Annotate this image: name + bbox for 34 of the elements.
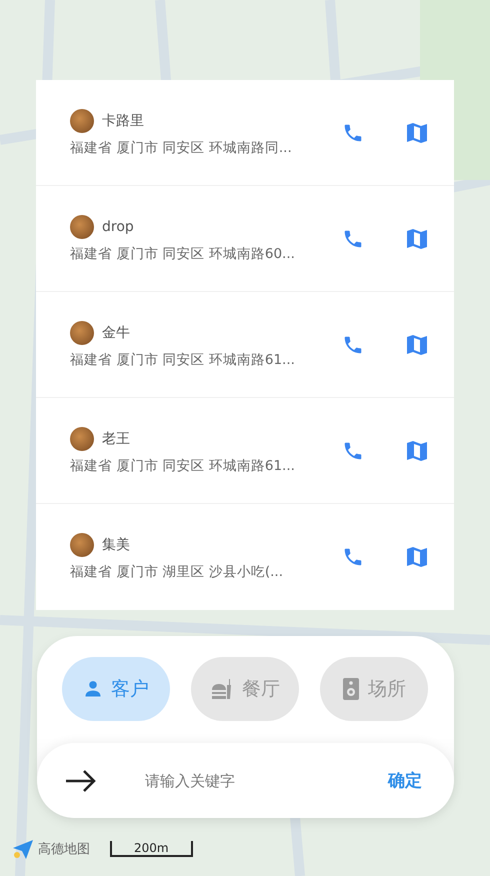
map-icon	[405, 438, 429, 462]
scale-bar: 200m	[110, 841, 193, 857]
avatar	[70, 533, 94, 557]
contact-address: 福建省 厦门市 同安区 环城南路61...	[70, 350, 296, 368]
arrow-icon	[65, 768, 97, 792]
paper-plane-icon	[12, 838, 34, 860]
logo-text: 高德地图	[38, 841, 90, 858]
burger-icon	[210, 677, 234, 701]
contact-address: 福建省 厦门市 湖里区 沙县小吃(...	[70, 563, 284, 581]
contact-address: 福建省 厦门市 同安区 环城南路同...	[70, 138, 293, 156]
map-button[interactable]	[404, 544, 430, 570]
category-tab[interactable]: 客户	[62, 657, 170, 721]
avatar	[70, 214, 94, 238]
contact-name: drop	[102, 218, 134, 234]
contact-name: 集美	[102, 536, 130, 554]
avatar	[70, 320, 94, 344]
avatar	[70, 108, 94, 132]
map-icon	[405, 226, 429, 250]
speaker-icon	[342, 677, 360, 701]
keyword-input[interactable]: 请输入关键字	[143, 770, 388, 790]
category-tab[interactable]: 场所	[320, 657, 428, 721]
map-icon	[405, 332, 429, 356]
contact-name: 老王	[102, 430, 130, 448]
category-tab[interactable]: 餐厅	[191, 657, 299, 721]
contact-address: 福建省 厦门市 同安区 环城南路60...	[70, 244, 296, 262]
contact-name: 金牛	[102, 324, 130, 342]
avatar	[70, 426, 94, 450]
confirm-button[interactable]: 确定	[388, 769, 422, 792]
contact-address: 福建省 厦门市 同安区 环城南路61...	[70, 456, 296, 474]
person-icon	[83, 679, 103, 699]
contact-name: 卡路里	[102, 112, 144, 130]
map-icon	[405, 545, 429, 569]
map-icon	[405, 120, 429, 144]
phone-icon	[342, 546, 364, 568]
